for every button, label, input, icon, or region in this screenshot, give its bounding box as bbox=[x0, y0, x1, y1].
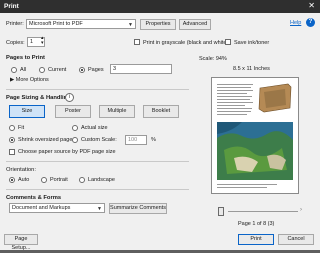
stepper-icon[interactable]: ▴ ▾ bbox=[41, 36, 44, 46]
divider bbox=[6, 189, 189, 190]
advanced-button[interactable]: Advanced bbox=[179, 19, 211, 30]
custom-scale-input[interactable]: 100 bbox=[125, 135, 147, 145]
printer-select[interactable]: Microsoft Print to PDF ▼ bbox=[26, 19, 136, 29]
custom-scale-label: Custom Scale: bbox=[81, 137, 117, 143]
landscape-radio[interactable] bbox=[79, 177, 85, 183]
orientation-heading: Orientation: bbox=[6, 167, 36, 173]
multiple-button[interactable]: Multiple bbox=[99, 105, 135, 118]
dialog-title: Print bbox=[4, 3, 19, 10]
page-info: Page 1 of 8 (3) bbox=[238, 221, 275, 227]
printer-label: Printer: bbox=[6, 21, 24, 27]
grayscale-label: Print in grayscale (black and white) bbox=[143, 40, 229, 46]
comments-heading: Comments & Forms bbox=[6, 195, 62, 201]
custom-scale-radio[interactable] bbox=[72, 137, 78, 143]
auto-label: Auto bbox=[18, 177, 30, 183]
current-label: Current bbox=[48, 67, 67, 73]
paper-source-label: Choose paper source by PDF page size bbox=[18, 149, 116, 155]
info-icon[interactable]: i bbox=[65, 93, 74, 102]
paper-source-checkbox[interactable] bbox=[9, 149, 15, 155]
shrink-radio[interactable] bbox=[9, 137, 15, 143]
fit-radio[interactable] bbox=[9, 125, 15, 131]
title-bar: Print ✕ bbox=[0, 0, 320, 13]
booklet-button[interactable]: Booklet bbox=[143, 105, 179, 118]
divider bbox=[6, 89, 189, 90]
preview-page bbox=[211, 77, 299, 194]
fit-label: Fit bbox=[18, 125, 25, 131]
save-ink-checkbox[interactable] bbox=[225, 39, 231, 45]
shrink-label: Shrink oversized pages bbox=[18, 137, 76, 143]
next-page-icon[interactable]: › bbox=[300, 207, 302, 213]
pages-radio[interactable] bbox=[79, 67, 85, 73]
scale-label: Scale: 94% bbox=[199, 56, 227, 62]
chevron-down-icon: ▼ bbox=[128, 22, 133, 28]
pages-input[interactable]: 3 bbox=[110, 64, 172, 74]
save-ink-label: Save ink/toner bbox=[234, 40, 270, 46]
print-dialog: Print ✕ Printer: Microsoft Print to PDF … bbox=[0, 0, 320, 251]
landscape-label: Landscape bbox=[88, 177, 115, 183]
portrait-label: Portrait bbox=[50, 177, 68, 183]
page-slider-thumb[interactable] bbox=[218, 207, 224, 216]
more-options-toggle[interactable]: ▶ More Options bbox=[10, 77, 49, 83]
help-icon[interactable]: ? bbox=[306, 18, 315, 27]
size-button[interactable]: Size bbox=[9, 105, 45, 118]
summarize-comments-button[interactable]: Summarize Comments bbox=[109, 203, 167, 214]
properties-button[interactable]: Properties bbox=[140, 19, 176, 30]
current-radio[interactable] bbox=[39, 67, 45, 73]
page-sizing-heading: Page Sizing & Handling bbox=[6, 95, 71, 101]
actual-size-radio[interactable] bbox=[72, 125, 78, 131]
printer-value: Microsoft Print to PDF bbox=[29, 21, 83, 27]
paper-size-label: 8.5 x 11 Inches bbox=[233, 66, 270, 72]
more-options-label: More Options bbox=[15, 77, 49, 83]
close-icon[interactable]: ✕ bbox=[308, 2, 315, 10]
page-slider-track bbox=[228, 211, 298, 212]
help-link[interactable]: Help bbox=[290, 20, 301, 26]
percent-label: % bbox=[151, 137, 156, 143]
all-radio[interactable] bbox=[11, 67, 17, 73]
preview-thumbnail bbox=[212, 78, 298, 193]
portrait-radio[interactable] bbox=[41, 177, 47, 183]
cancel-button[interactable]: Cancel bbox=[278, 234, 314, 245]
page-setup-button[interactable]: Page Setup... bbox=[4, 234, 38, 251]
print-button[interactable]: Print bbox=[238, 234, 274, 245]
comments-select[interactable]: Document and Markups ▼ bbox=[9, 203, 105, 213]
pages-label: Pages bbox=[88, 67, 104, 73]
chevron-down-icon: ▼ bbox=[97, 206, 102, 212]
all-label: All bbox=[20, 67, 27, 73]
poster-button[interactable]: Poster bbox=[55, 105, 91, 118]
divider bbox=[6, 161, 189, 162]
grayscale-checkbox[interactable] bbox=[134, 39, 140, 45]
copies-label: Copies: bbox=[6, 40, 25, 46]
actual-size-label: Actual size bbox=[81, 125, 108, 131]
comments-value: Document and Markups bbox=[12, 205, 71, 211]
auto-radio[interactable] bbox=[9, 177, 15, 183]
pages-to-print-heading: Pages to Print bbox=[6, 55, 45, 61]
